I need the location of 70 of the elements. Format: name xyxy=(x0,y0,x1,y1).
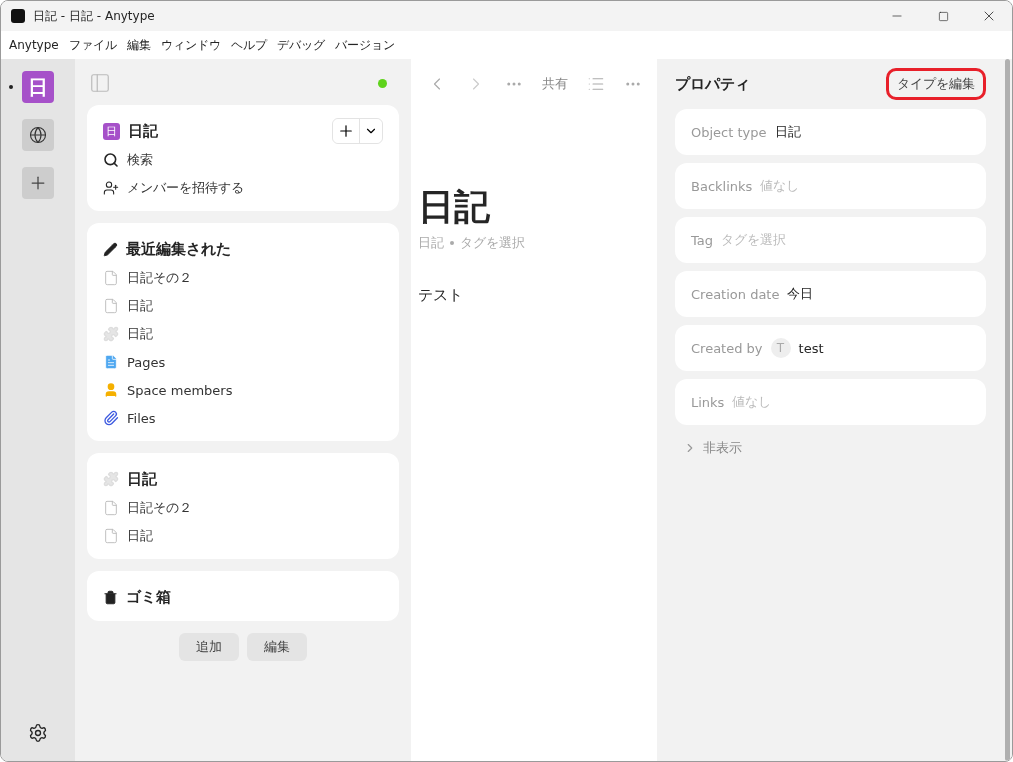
page-title[interactable]: 日記 xyxy=(418,183,651,232)
menu-item[interactable]: ファイル xyxy=(68,36,117,54)
maximize-icon xyxy=(937,10,949,22)
property-value: 値なし xyxy=(732,393,772,411)
property-row[interactable]: Creation date 今日 xyxy=(675,271,986,317)
widget-title[interactable]: 最近編集された xyxy=(126,239,383,259)
widget-title[interactable]: ゴミ箱 xyxy=(126,587,383,607)
body-text[interactable]: テスト xyxy=(418,286,651,305)
sidebar-link[interactable]: 検索 xyxy=(127,151,153,169)
property-label: Object type xyxy=(691,124,767,140)
list-icon[interactable] xyxy=(586,75,605,93)
property-label: Created by xyxy=(691,340,763,356)
document-icon xyxy=(103,354,119,370)
document-icon xyxy=(103,298,119,314)
menu-item[interactable]: デバッグ xyxy=(276,36,325,54)
widget-item[interactable]: 日記 xyxy=(127,297,153,315)
paperclip-icon xyxy=(103,410,119,426)
property-row[interactable]: Created by T test xyxy=(675,325,986,371)
widget-item[interactable]: Files xyxy=(127,410,156,426)
property-label: Links xyxy=(691,394,725,410)
person-icon xyxy=(103,382,119,398)
puzzle-icon xyxy=(103,326,119,342)
app-logo-icon xyxy=(11,9,25,23)
document-icon xyxy=(103,500,119,516)
edit-type-button[interactable]: タイプを編集 xyxy=(886,68,986,100)
bin-icon xyxy=(103,589,118,605)
widget-item[interactable]: 日記 xyxy=(127,325,153,343)
menu-item[interactable]: ウィンドウ xyxy=(160,36,221,54)
widget-item[interactable]: 日記 xyxy=(127,527,153,545)
widget-item[interactable]: Pages xyxy=(127,354,166,370)
globe-icon xyxy=(29,126,47,144)
menu-item[interactable]: ヘルプ xyxy=(230,36,267,54)
property-value: 値なし xyxy=(760,177,800,195)
avatar: T xyxy=(770,338,791,358)
window-title: 日記 - 日記 - Anytype xyxy=(33,7,156,25)
pencil-icon xyxy=(103,241,118,257)
add-button[interactable]: 追加 xyxy=(179,633,239,661)
puzzle-icon xyxy=(103,471,119,487)
space-title[interactable]: 日記 xyxy=(128,121,324,141)
document-icon xyxy=(103,528,119,544)
settings-icon[interactable] xyxy=(28,723,48,743)
space-icon: 日 xyxy=(103,122,120,140)
menu-item[interactable]: バージョン xyxy=(334,36,395,54)
share-button[interactable]: 共有 xyxy=(541,75,568,93)
widget-item[interactable]: 日記その２ xyxy=(127,499,192,517)
property-value: タグを選択 xyxy=(721,231,786,249)
property-value: 今日 xyxy=(787,285,814,303)
panel-title: プロパティ xyxy=(675,74,750,94)
property-value: 日記 xyxy=(774,123,801,141)
sidebar-toggle-icon[interactable] xyxy=(89,72,111,94)
property-label: Backlinks xyxy=(691,178,753,194)
widget-item[interactable]: Space members xyxy=(127,382,233,398)
network-space-icon[interactable] xyxy=(22,119,54,151)
menu-item[interactable]: Anytype xyxy=(9,38,59,52)
menu-item[interactable]: 編集 xyxy=(126,36,151,54)
widget-item[interactable]: 日記その２ xyxy=(127,269,192,287)
add-space-button[interactable] xyxy=(22,167,54,199)
user-plus-icon xyxy=(103,180,119,196)
plus-icon xyxy=(337,122,355,140)
space-icon[interactable]: 日 xyxy=(22,71,54,103)
property-label: Creation date xyxy=(691,286,780,302)
property-row[interactable]: Object type 日記 xyxy=(675,109,986,155)
scrollbar[interactable] xyxy=(1004,59,1010,761)
edit-button[interactable]: 編集 xyxy=(247,633,307,661)
property-value: test xyxy=(798,340,824,356)
widget-title[interactable]: 日記 xyxy=(127,469,383,489)
sidebar-link[interactable]: メンバーを招待する xyxy=(127,179,244,197)
document-icon xyxy=(103,270,119,286)
search-icon xyxy=(103,152,119,168)
property-label: Tag xyxy=(691,232,713,248)
